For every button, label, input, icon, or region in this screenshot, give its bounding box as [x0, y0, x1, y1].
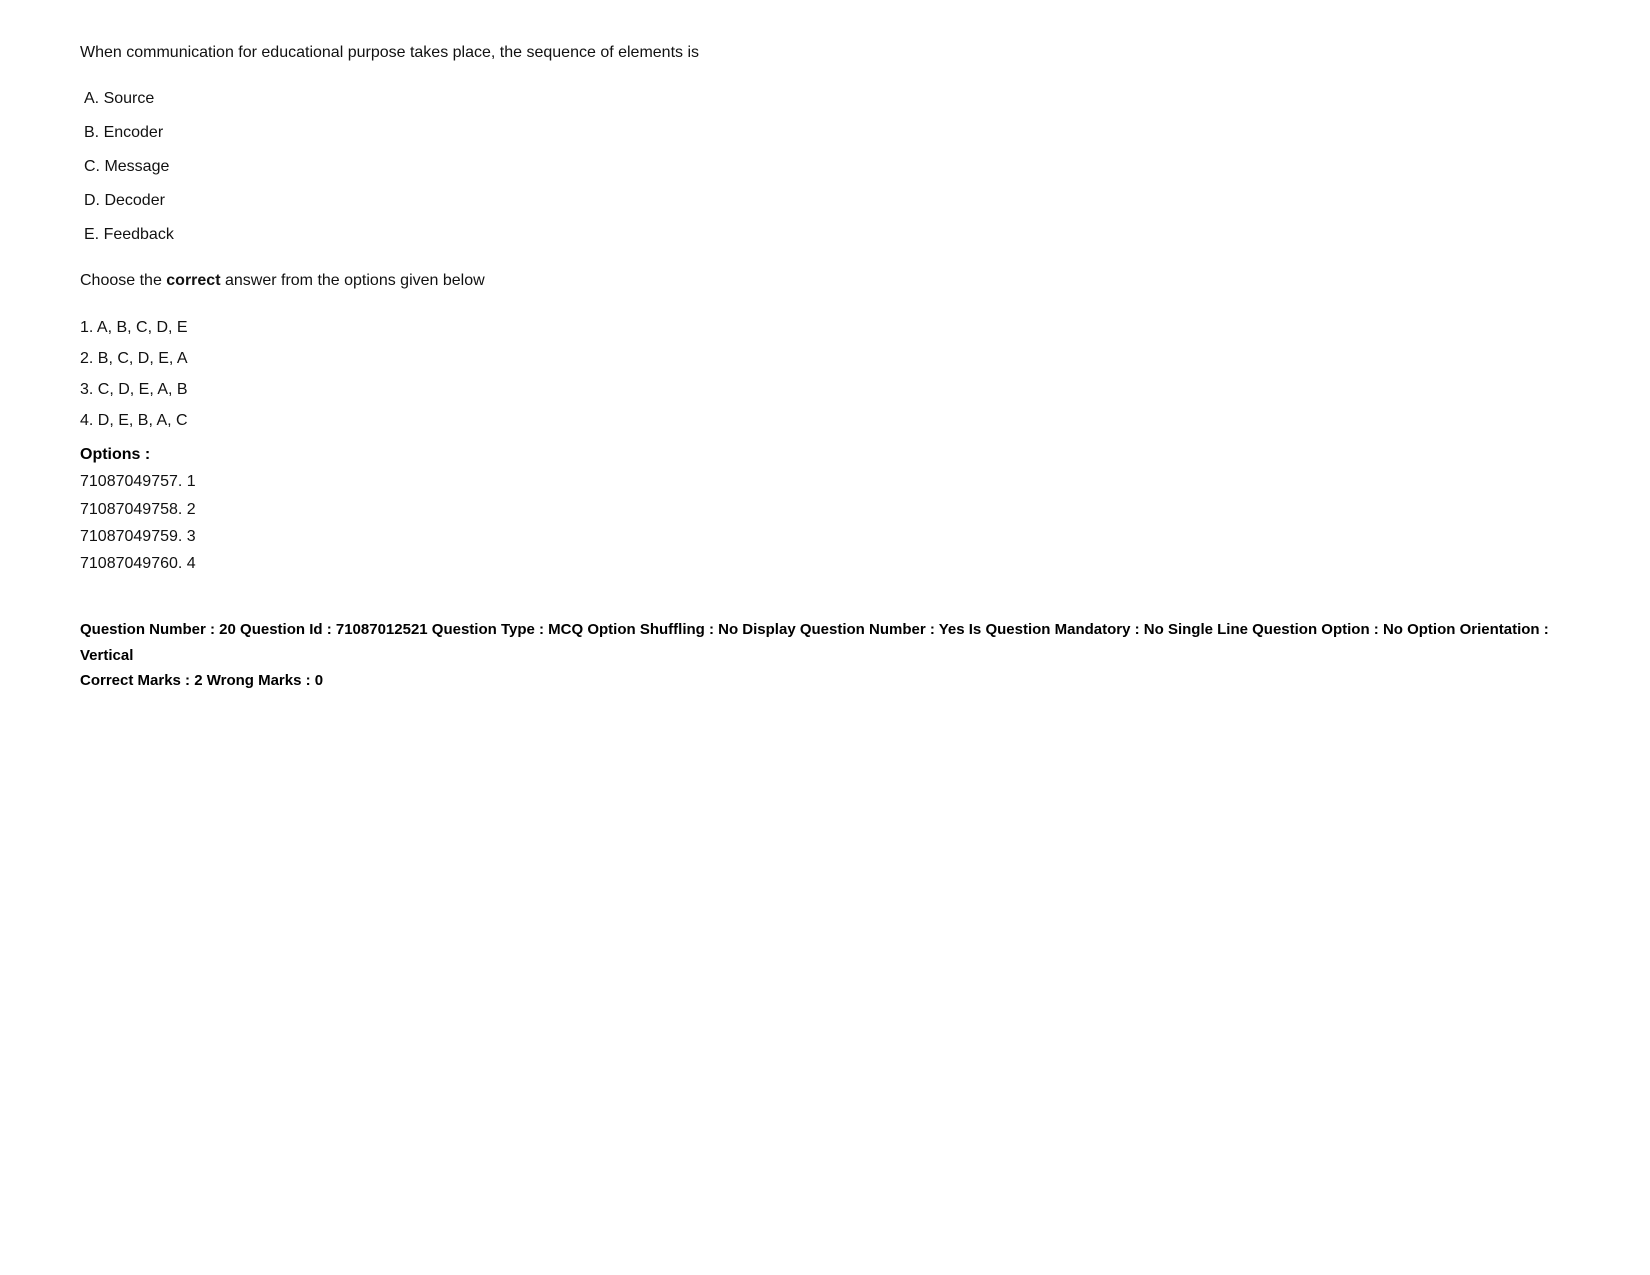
options-label: Options : — [80, 446, 1570, 464]
option-c: C. Message — [80, 158, 1570, 176]
metadata-line1: Question Number : 20 Question Id : 71087… — [80, 617, 1570, 668]
metadata-line2: Correct Marks : 2 Wrong Marks : 0 — [80, 668, 1570, 694]
options-section: Options : 71087049757. 1 71087049758. 2 … — [80, 446, 1570, 577]
option-a: A. Source — [80, 90, 1570, 108]
answer-choices-list: 1. A, B, C, D, E 2. B, C, D, E, A 3. C, … — [80, 314, 1570, 435]
options-list: A. Source B. Encoder C. Message D. Decod… — [80, 90, 1570, 244]
instruction-bold: correct — [166, 272, 220, 289]
option-d: D. Decoder — [80, 192, 1570, 210]
option-id-4: 71087049760. 4 — [80, 550, 1570, 577]
option-e: E. Feedback — [80, 226, 1570, 244]
answer-choice-4: 4. D, E, B, A, C — [80, 407, 1570, 434]
option-id-2: 71087049758. 2 — [80, 496, 1570, 523]
question-text: When communication for educational purpo… — [80, 40, 1570, 66]
option-id-3: 71087049759. 3 — [80, 523, 1570, 550]
instruction-suffix: answer from the options given below — [221, 272, 485, 289]
instruction-prefix: Choose the — [80, 272, 166, 289]
question-container: When communication for educational purpo… — [80, 40, 1570, 694]
metadata-section: Question Number : 20 Question Id : 71087… — [80, 617, 1570, 694]
option-id-1: 71087049757. 1 — [80, 468, 1570, 495]
answer-choice-3: 3. C, D, E, A, B — [80, 376, 1570, 403]
answer-choice-1: 1. A, B, C, D, E — [80, 314, 1570, 341]
choose-instruction: Choose the correct answer from the optio… — [80, 272, 1570, 290]
answer-choice-2: 2. B, C, D, E, A — [80, 345, 1570, 372]
option-b: B. Encoder — [80, 124, 1570, 142]
